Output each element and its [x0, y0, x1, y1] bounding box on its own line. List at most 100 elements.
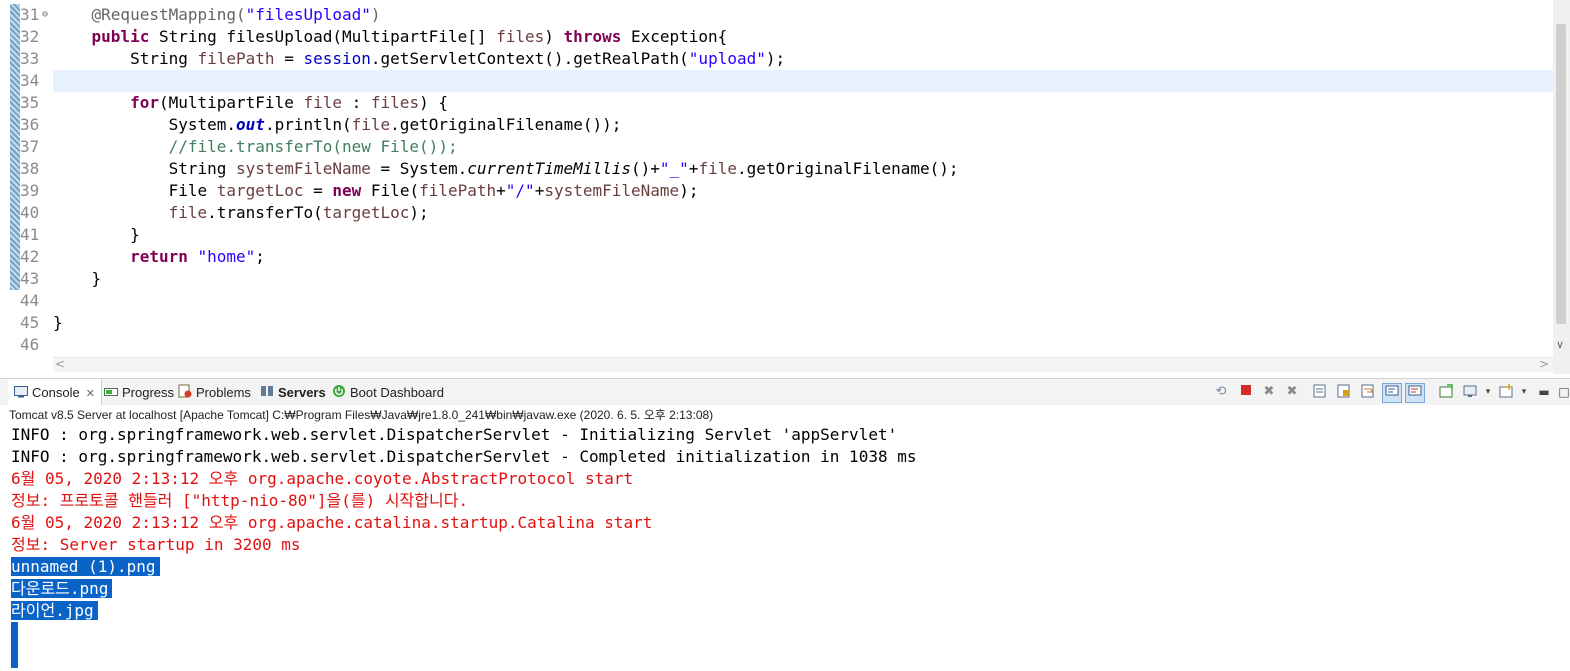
- terminate-icon[interactable]: [1238, 384, 1254, 400]
- console-line[interactable]: 6월 05, 2020 2:13:12 오후 org.apache.coyote…: [11, 468, 633, 490]
- code-token: currentTimeMillis: [467, 159, 631, 178]
- dropdown-icon[interactable]: ▾: [1516, 384, 1532, 400]
- tab-progress[interactable]: Progress: [104, 379, 174, 406]
- line-number: 34: [20, 71, 40, 90]
- code-line[interactable]: File targetLoc = new File(filePath+"/"+s…: [53, 180, 1553, 202]
- code-token: session: [303, 49, 371, 68]
- code-line[interactable]: }: [53, 268, 1553, 290]
- code-token: File(: [361, 181, 420, 200]
- change-ruler: [10, 4, 20, 290]
- remove-all-icon[interactable]: ✖: [1284, 384, 1300, 400]
- progress-icon: [104, 380, 118, 407]
- code-line[interactable]: //file.transferTo(new File());: [53, 136, 1553, 158]
- minimize-icon[interactable]: ▬: [1536, 384, 1552, 400]
- code-token: files: [496, 27, 545, 46]
- console-line-text: 정보: 프로토콜 핸들러 ["http-nio-80"]을(를) 시작합니다.: [11, 491, 469, 510]
- code-token: for: [130, 93, 159, 112]
- open-console-icon[interactable]: [1498, 384, 1514, 400]
- code-line[interactable]: file.transferTo(targetLoc);: [53, 202, 1553, 224]
- word-wrap-icon[interactable]: [1360, 384, 1376, 400]
- code-line[interactable]: String filePath = session.getServletCont…: [53, 48, 1553, 70]
- line-number: 37: [20, 137, 40, 156]
- code-line[interactable]: [53, 290, 1553, 312]
- pin-icon[interactable]: ⟲: [1213, 384, 1229, 400]
- console-line[interactable]: INFO : org.springframework.web.servlet.D…: [11, 424, 897, 446]
- line-number: 33: [20, 49, 40, 68]
- code-token: (MultipartFile: [158, 93, 304, 112]
- code-token: targetLoc: [322, 203, 410, 222]
- code-line[interactable]: System.out.println(file.getOriginalFilen…: [53, 114, 1553, 136]
- code-token: ;: [255, 247, 265, 266]
- code-token: //file.transferTo(new File());: [168, 137, 458, 156]
- tab-servers[interactable]: Servers: [260, 379, 326, 406]
- remove-launch-icon[interactable]: ✖: [1261, 384, 1277, 400]
- code-token: .getServletContext().getRealPath(: [370, 49, 689, 68]
- code-token: String filesUpload(MultipartFile[]: [149, 27, 497, 46]
- tab-console[interactable]: Console ✕: [8, 379, 102, 406]
- show-stdout-icon[interactable]: [1382, 383, 1402, 403]
- line-number: 41: [20, 225, 40, 244]
- code-token: }: [53, 313, 63, 332]
- code-line[interactable]: }: [53, 312, 1553, 334]
- console-line-selected[interactable]: 라이언.jpg: [11, 600, 98, 622]
- code-line[interactable]: String systemFileName = System.currentTi…: [53, 158, 1553, 180]
- console-line-text: 정보: Server startup in 3200 ms: [11, 535, 301, 554]
- clear-console-icon[interactable]: [1312, 384, 1328, 400]
- vertical-scrollbar[interactable]: ∨: [1553, 0, 1570, 374]
- dropdown-icon[interactable]: ▾: [1480, 384, 1496, 400]
- horizontal-scrollbar[interactable]: < >: [53, 357, 1553, 372]
- pin-console-icon[interactable]: [1438, 384, 1454, 400]
- process-label: Tomcat v8.5 Server at localhost [Apache …: [0, 405, 1570, 426]
- code-token: file: [168, 203, 208, 222]
- maximize-icon[interactable]: □: [1556, 384, 1570, 400]
- code-editor[interactable]: 31 ⊖ 32 33 34 35 36 37 38 39 40 41 42 43 44 45 46 @Reque…: [0, 0, 1570, 374]
- console-output[interactable]: INFO : org.springframework.web.servlet.D…: [0, 425, 1570, 671]
- code-line-current[interactable]: [53, 70, 1553, 92]
- show-stderr-icon[interactable]: [1405, 383, 1425, 403]
- console-line-text: INFO : org.springframework.web.servlet.D…: [11, 447, 917, 466]
- code-token: throws: [563, 27, 622, 46]
- code-token: .println(: [264, 115, 352, 134]
- scroll-right-icon[interactable]: >: [1539, 357, 1549, 371]
- display-console-icon[interactable]: [1462, 384, 1478, 400]
- console-line-text: INFO : org.springframework.web.servlet.D…: [11, 425, 898, 444]
- code-token: "home": [197, 247, 256, 266]
- code-line[interactable]: [53, 334, 1553, 356]
- code-token: +: [496, 181, 506, 200]
- line-number-gutter: 31 ⊖ 32 33 34 35 36 37 38 39 40 41 42 43 44 45 46: [20, 4, 54, 356]
- console-line[interactable]: 6월 05, 2020 2:13:12 오후 org.apache.catali…: [11, 512, 652, 534]
- code-token: public: [91, 27, 150, 46]
- code-token: @RequestMapping(: [91, 5, 246, 24]
- code-area[interactable]: @RequestMapping("filesUpload") public St…: [53, 4, 1553, 356]
- code-token: +: [534, 181, 545, 200]
- line-number: 38: [20, 159, 40, 178]
- fold-collapse-icon[interactable]: ⊖: [42, 4, 48, 26]
- code-line[interactable]: for(MultipartFile file : files) {: [53, 92, 1553, 114]
- scroll-down-icon[interactable]: ∨: [1556, 338, 1564, 351]
- console-line-selected[interactable]: unnamed (1).png: [11, 556, 160, 578]
- tab-problems[interactable]: Problems: [178, 379, 251, 406]
- console-line[interactable]: INFO : org.springframework.web.servlet.D…: [11, 446, 916, 468]
- console-line-selected[interactable]: 다운로드.png: [11, 578, 113, 600]
- scroll-lock-icon[interactable]: [1336, 384, 1352, 400]
- code-line[interactable]: public String filesUpload(MultipartFile[…: [53, 26, 1553, 48]
- code-token: .getOriginalFilename());: [390, 115, 622, 134]
- scroll-left-icon[interactable]: <: [55, 357, 65, 371]
- console-line[interactable]: 정보: 프로토콜 핸들러 ["http-nio-80"]을(를) 시작합니다.: [11, 490, 468, 512]
- close-icon[interactable]: ✕: [86, 388, 95, 400]
- tab-boot-dashboard[interactable]: Boot Dashboard: [332, 379, 444, 406]
- code-line[interactable]: return "home";: [53, 246, 1553, 268]
- code-line[interactable]: @RequestMapping("filesUpload"): [53, 4, 1553, 26]
- line-number: 42: [20, 247, 40, 266]
- code-token: =: [274, 49, 304, 68]
- console-line[interactable]: 정보: Server startup in 3200 ms: [11, 534, 301, 556]
- line-number: 43: [20, 269, 40, 288]
- vertical-scroll-thumb[interactable]: [1556, 24, 1566, 324]
- code-token: }: [53, 225, 140, 244]
- code-line[interactable]: }: [53, 224, 1553, 246]
